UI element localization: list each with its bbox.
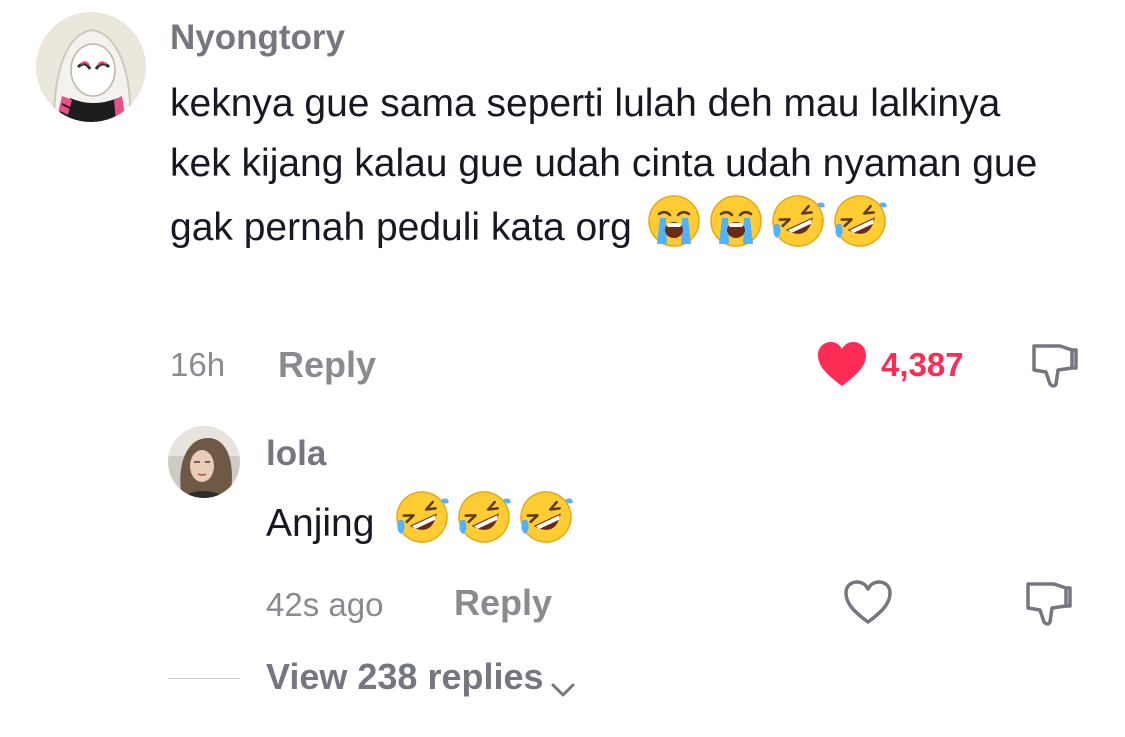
view-replies-label: View 238 replies <box>266 656 544 697</box>
comment-username[interactable]: Nyongtory <box>170 18 345 58</box>
comment-text: keknya gue sama seperti lulah deh mau la… <box>170 82 1038 249</box>
avatar-lola[interactable] <box>168 426 240 498</box>
loudly-crying-face-icon <box>647 194 701 248</box>
comment-emojis <box>647 194 887 248</box>
rolling-on-floor-laughing-icon <box>519 490 574 544</box>
rolling-on-floor-laughing-icon <box>771 194 825 248</box>
replies-divider <box>168 678 240 679</box>
comment-reply-button[interactable]: Reply <box>278 344 376 386</box>
heart-outline-icon[interactable] <box>842 578 894 626</box>
rolling-on-floor-laughing-icon <box>457 490 512 544</box>
dislike-icon[interactable] <box>1028 340 1080 392</box>
comment-timestamp: 16h <box>170 346 226 383</box>
comment-body: keknya gue sama seperti lulah deh mau la… <box>170 74 1070 258</box>
view-replies-button[interactable]: View 238 replies <box>266 656 576 698</box>
rolling-on-floor-laughing-icon <box>395 490 450 544</box>
heart-filled-icon[interactable] <box>816 340 868 388</box>
rolling-on-floor-laughing-icon <box>833 194 887 248</box>
reply-emojis <box>395 490 574 544</box>
reply-username[interactable]: lola <box>266 434 326 474</box>
reply-timestamp: 42s ago <box>266 586 384 623</box>
reply-text: Anjing <box>266 502 375 545</box>
avatar-nyongtory[interactable] <box>36 12 146 122</box>
comment-like-count: 4,387 <box>881 346 964 383</box>
reply-reply-button[interactable]: Reply <box>454 582 552 624</box>
chevron-down-icon <box>550 667 576 697</box>
reply-body: Anjing <box>266 490 966 554</box>
loudly-crying-face-icon <box>709 194 763 248</box>
dislike-icon[interactable] <box>1022 578 1074 630</box>
